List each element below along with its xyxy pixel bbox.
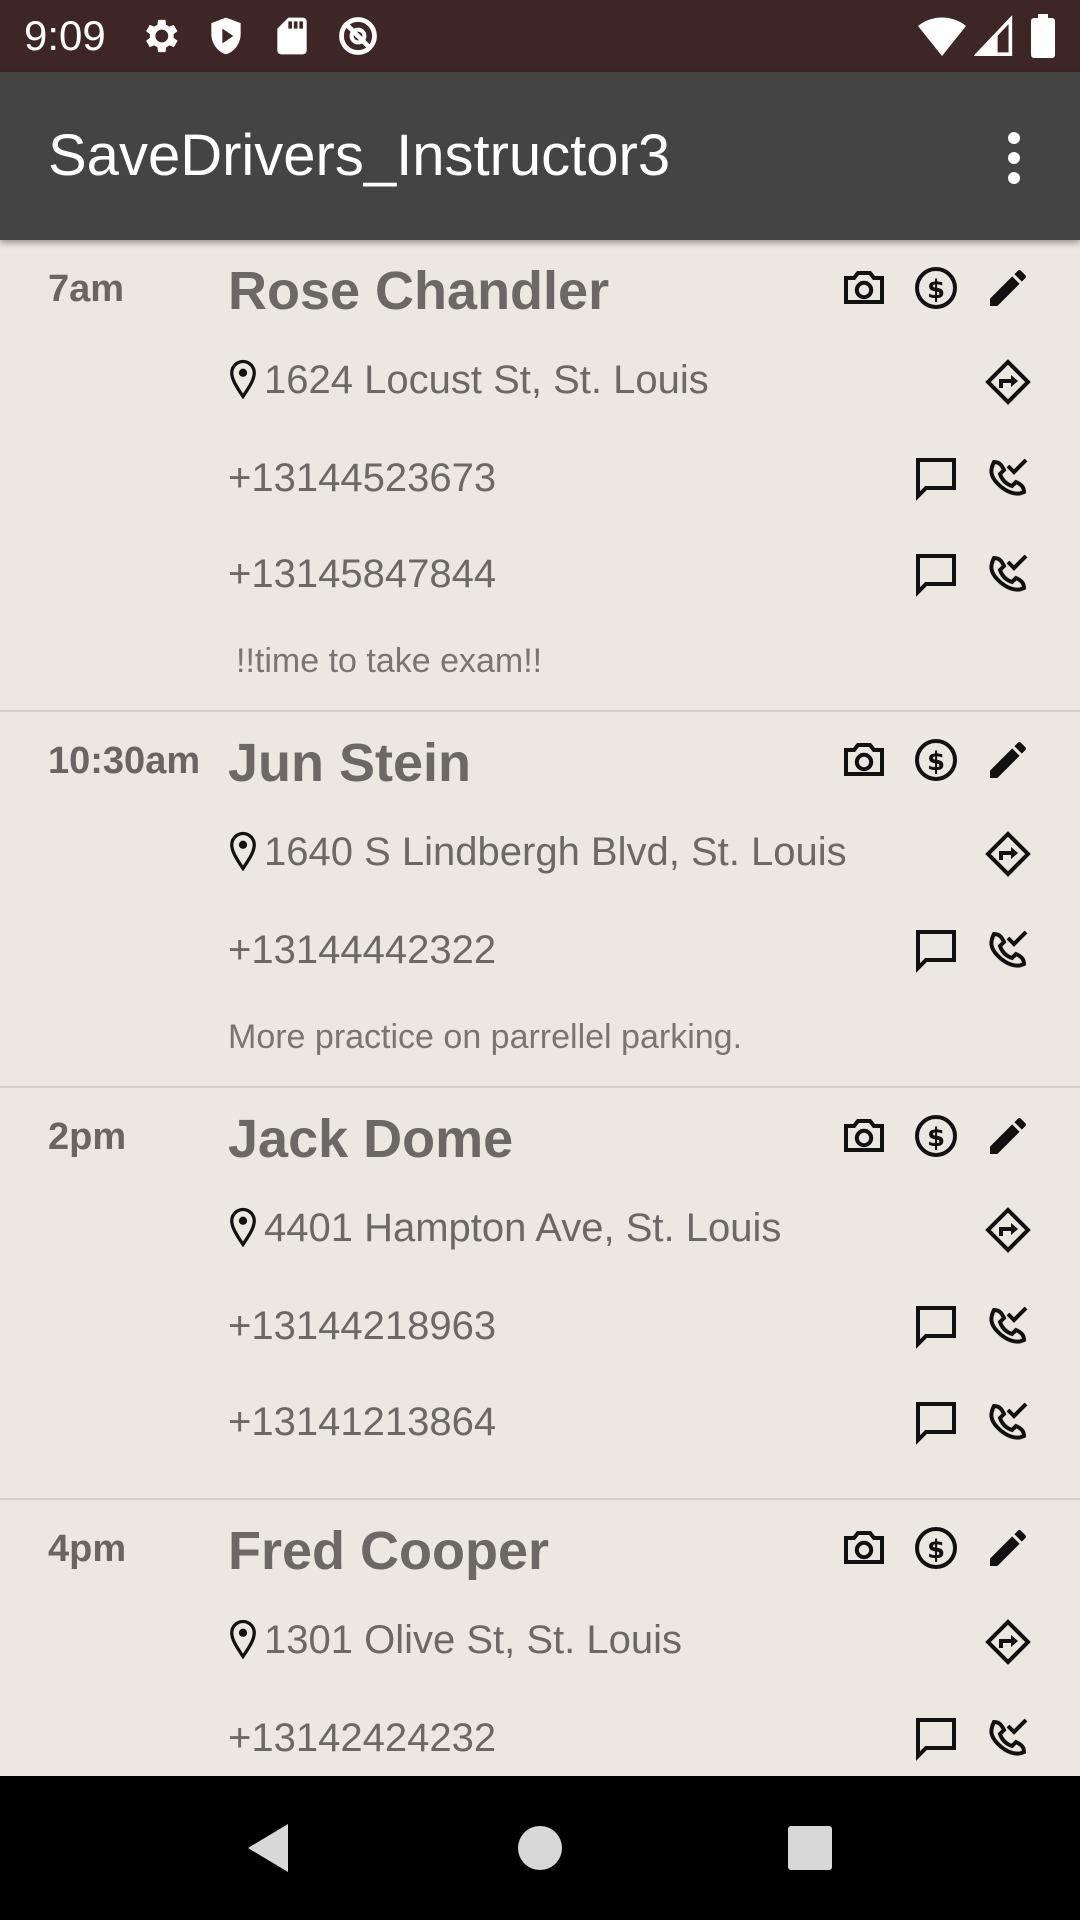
- address-text: 1301 Olive St, St. Louis: [264, 1618, 683, 1662]
- location-pin-icon: [228, 1207, 258, 1248]
- status-bar: 9:09: [0, 0, 1080, 72]
- address-text: 1624 Locust St, St. Louis: [264, 358, 709, 402]
- address-text: 4401 Hampton Ave, St. Louis: [264, 1206, 782, 1250]
- appointment-time: 4pm: [48, 1528, 127, 1570]
- appointment-time: 7am: [48, 268, 125, 310]
- more-options-icon[interactable]: [990, 126, 1038, 190]
- edit-icon[interactable]: [984, 1524, 1032, 1572]
- location-pin-icon: [228, 359, 258, 400]
- appointment-note: More practice on parrellel parking.: [228, 1018, 743, 1056]
- data-saver-icon: [336, 14, 380, 63]
- battery-icon: [1030, 14, 1056, 63]
- message-icon[interactable]: [912, 1398, 960, 1446]
- location-pin-icon: [228, 1619, 258, 1660]
- camera-icon[interactable]: [840, 264, 888, 312]
- phone-number[interactable]: +13142424232: [228, 1716, 496, 1761]
- address-text: 1640 S Lindbergh Blvd, St. Louis: [264, 830, 847, 874]
- appointment-card[interactable]: 10:30am Jun Stein $ 1640 S Lindbergh Blv…: [0, 712, 1080, 1088]
- student-name: Fred Cooper: [228, 1521, 550, 1581]
- address-row[interactable]: 4401 Hampton Ave, St. Louis: [228, 1206, 781, 1251]
- edit-icon[interactable]: [984, 736, 1032, 784]
- address-row[interactable]: 1301 Olive St, St. Louis: [228, 1618, 682, 1663]
- directions-icon[interactable]: [984, 358, 1032, 406]
- directions-icon[interactable]: [984, 1618, 1032, 1666]
- phone-number[interactable]: +13144218963: [228, 1304, 496, 1349]
- back-icon[interactable]: [240, 1820, 296, 1876]
- directions-icon[interactable]: [984, 1206, 1032, 1254]
- message-icon[interactable]: [912, 550, 960, 598]
- phone-number[interactable]: +13144523673: [228, 456, 496, 501]
- svg-text:$: $: [927, 275, 945, 305]
- appointment-card[interactable]: 2pm Jack Dome $ 4401 Hampton Ave, St. Lo…: [0, 1088, 1080, 1500]
- message-icon[interactable]: [912, 454, 960, 502]
- payment-icon[interactable]: $: [912, 264, 960, 312]
- appointment-note: !!time to take exam!!: [236, 642, 543, 680]
- message-icon[interactable]: [912, 1714, 960, 1762]
- payment-icon[interactable]: $: [912, 1112, 960, 1160]
- play-protect-icon: [204, 14, 248, 63]
- call-icon[interactable]: [984, 1714, 1032, 1762]
- svg-text:$: $: [927, 1123, 945, 1153]
- directions-icon[interactable]: [984, 830, 1032, 878]
- student-name: Rose Chandler: [228, 261, 610, 321]
- phone-number[interactable]: +13144442322: [228, 928, 496, 973]
- appointment-time: 10:30am: [48, 740, 201, 782]
- settings-icon: [138, 14, 182, 63]
- call-icon[interactable]: [984, 454, 1032, 502]
- address-row[interactable]: 1640 S Lindbergh Blvd, St. Louis: [228, 830, 847, 875]
- message-icon[interactable]: [912, 1302, 960, 1350]
- sd-card-icon: [270, 14, 314, 63]
- camera-icon[interactable]: [840, 1112, 888, 1160]
- call-icon[interactable]: [984, 550, 1032, 598]
- appointment-card[interactable]: 4pm Fred Cooper $ 1301 Olive St, St. Lou…: [0, 1500, 1080, 1776]
- svg-text:$: $: [927, 1535, 945, 1565]
- edit-icon[interactable]: [984, 1112, 1032, 1160]
- camera-icon[interactable]: [840, 736, 888, 784]
- app-title: SaveDrivers_Instructor3: [48, 123, 671, 188]
- call-icon[interactable]: [984, 1302, 1032, 1350]
- camera-icon[interactable]: [840, 1524, 888, 1572]
- call-icon[interactable]: [984, 1398, 1032, 1446]
- navigation-bar: [0, 1776, 1080, 1920]
- phone-number[interactable]: +13145847844: [228, 552, 496, 597]
- home-icon[interactable]: [516, 1824, 564, 1872]
- recents-icon[interactable]: [786, 1824, 834, 1872]
- payment-icon[interactable]: $: [912, 736, 960, 784]
- student-name: Jack Dome: [228, 1109, 514, 1169]
- app-bar: SaveDrivers_Instructor3: [0, 72, 1080, 240]
- svg-text:$: $: [927, 747, 945, 777]
- call-icon[interactable]: [984, 926, 1032, 974]
- location-pin-icon: [228, 831, 258, 872]
- student-name: Jun Stein: [228, 733, 472, 793]
- appointment-list: 7am Rose Chandler $ 1624 Locust St, St. …: [0, 240, 1080, 1776]
- appointment-card[interactable]: 7am Rose Chandler $ 1624 Locust St, St. …: [0, 240, 1080, 712]
- message-icon[interactable]: [912, 926, 960, 974]
- phone-number[interactable]: +13141213864: [228, 1400, 496, 1445]
- appointment-time: 2pm: [48, 1116, 127, 1158]
- status-time: 9:09: [24, 12, 106, 59]
- address-row[interactable]: 1624 Locust St, St. Louis: [228, 358, 709, 403]
- edit-icon[interactable]: [984, 264, 1032, 312]
- wifi-icon: [918, 14, 966, 63]
- cell-signal-icon: [973, 14, 1014, 63]
- payment-icon[interactable]: $: [912, 1524, 960, 1572]
